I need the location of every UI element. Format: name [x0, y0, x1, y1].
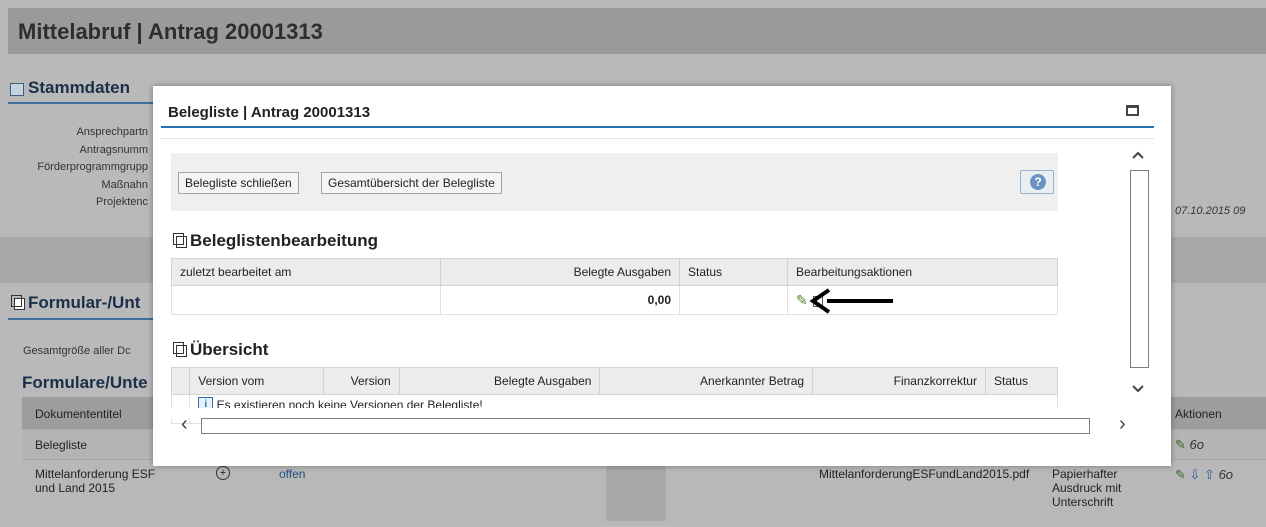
title-rule-light — [161, 138, 1154, 139]
col-bearbeitungsaktionen[interactable]: Bearbeitungsaktionen — [787, 258, 1058, 286]
table-row: 0,00 ✎ — [171, 285, 1058, 315]
col-status[interactable]: Status — [984, 367, 1059, 395]
glasses-icon[interactable]: 6o — [1219, 467, 1233, 482]
vertical-scrollbar[interactable] — [1124, 146, 1159, 446]
cell-status — [679, 285, 788, 315]
scroll-thumb[interactable] — [201, 418, 1090, 434]
help-button[interactable]: ? — [1020, 170, 1054, 194]
col-aktionen: Aktionen — [1175, 407, 1222, 421]
table-header-row: zuletzt bearbeitet am Belegte Ausgaben S… — [171, 258, 1058, 286]
chevron-down-icon[interactable] — [1131, 384, 1145, 394]
table-header-row: Version vom Version Belegte Ausgaben Ane… — [170, 367, 1059, 395]
belegliste-dialog: Belegliste | Antrag 20001313 Belegliste … — [153, 86, 1171, 466]
field-label: Ansprechpartn — [76, 126, 148, 138]
arrow-left-icon — [809, 288, 893, 314]
uebersicht-title: Übersicht — [190, 340, 269, 359]
row-file[interactable]: MittelanforderungESFundLand2015.pdf — [819, 467, 1029, 481]
page-title: Mittelabruf | Antrag 20001313 — [18, 19, 323, 44]
col-anerkannter-betrag[interactable]: Anerkannter Betrag — [599, 367, 814, 395]
pencil-icon[interactable]: ✎ ⇩ ⇧ 6o — [1175, 467, 1233, 483]
formular-title: Formular-/Unt — [28, 293, 141, 312]
table-clip — [171, 408, 1058, 418]
gesamtgroesse-label: Gesamtgröße aller Dc — [23, 345, 131, 357]
row-title: Mittelanforderung ESF und Land 2015 — [35, 467, 156, 495]
pencil-icon[interactable]: ✎ — [796, 292, 808, 308]
field-label: Projektenc — [96, 196, 148, 208]
horizontal-scrollbar[interactable]: ‹ › — [173, 414, 1143, 438]
row-type: Papierhafter Ausdruck mit Unterschrift — [1052, 467, 1122, 509]
field-label: Förderprogrammgrupp — [37, 161, 148, 173]
table-cell — [606, 459, 666, 521]
gesamtuebersicht-button[interactable]: Gesamtübersicht der Belegliste — [321, 172, 502, 194]
chevron-up-icon[interactable] — [1131, 150, 1145, 160]
section-rule — [8, 318, 158, 320]
field-label: Antragsnumm — [79, 144, 148, 156]
maximize-icon[interactable] — [1126, 105, 1139, 116]
copy-icon — [11, 295, 22, 307]
copy-icon — [173, 233, 184, 245]
pencil-icon[interactable]: ✎ 6o — [1175, 437, 1204, 453]
col-status[interactable]: Status — [679, 258, 788, 286]
dialog-title: Belegliste | Antrag 20001313 — [168, 104, 371, 121]
title-rule — [161, 126, 1154, 128]
bearbeitung-table: zuletzt bearbeitet am Belegte Ausgaben S… — [171, 258, 1058, 315]
cell-date — [171, 285, 441, 315]
close-belegliste-button[interactable]: Belegliste schließen — [178, 172, 299, 194]
field-label: Maßnahn — [101, 179, 148, 191]
col-belegte-ausgaben[interactable]: Belegte Ausgaben — [440, 258, 680, 286]
stammdaten-title: Stammdaten — [28, 78, 131, 97]
glasses-icon[interactable]: 6o — [1190, 437, 1204, 452]
col-zuletzt-bearbeitet[interactable]: zuletzt bearbeitet am — [171, 258, 441, 286]
col-version[interactable]: Version — [323, 367, 400, 395]
expand-icon[interactable]: + — [216, 466, 230, 480]
date-value: 07.10.2015 09 — [1175, 205, 1246, 217]
col-dokumententitel: Dokumententitel — [35, 407, 122, 421]
upload-icon[interactable]: ⇧ — [1204, 467, 1215, 482]
window-icon — [10, 83, 24, 96]
cell-amount: 0,00 — [440, 285, 680, 315]
col-belegte-ausgaben[interactable]: Belegte Ausgaben — [398, 367, 601, 395]
row-status[interactable]: offen — [279, 467, 305, 481]
row-selector-header — [170, 367, 191, 395]
col-finanzkorrektur[interactable]: Finanzkorrektur — [812, 367, 986, 395]
scroll-thumb[interactable] — [1130, 170, 1149, 368]
help-icon: ? — [1030, 174, 1046, 190]
formulare-title: Formulare/Unte — [22, 373, 148, 392]
row-title: Belegliste — [35, 438, 88, 452]
section-rule — [8, 102, 158, 104]
copy-icon — [173, 342, 184, 354]
toolbar: Belegliste schließen Gesamtübersicht der… — [171, 153, 1058, 211]
download-icon[interactable]: ⇩ — [1190, 467, 1201, 482]
bearbeitung-title: Beleglistenbearbeitung — [190, 231, 378, 250]
col-version-vom[interactable]: Version vom — [189, 367, 325, 395]
